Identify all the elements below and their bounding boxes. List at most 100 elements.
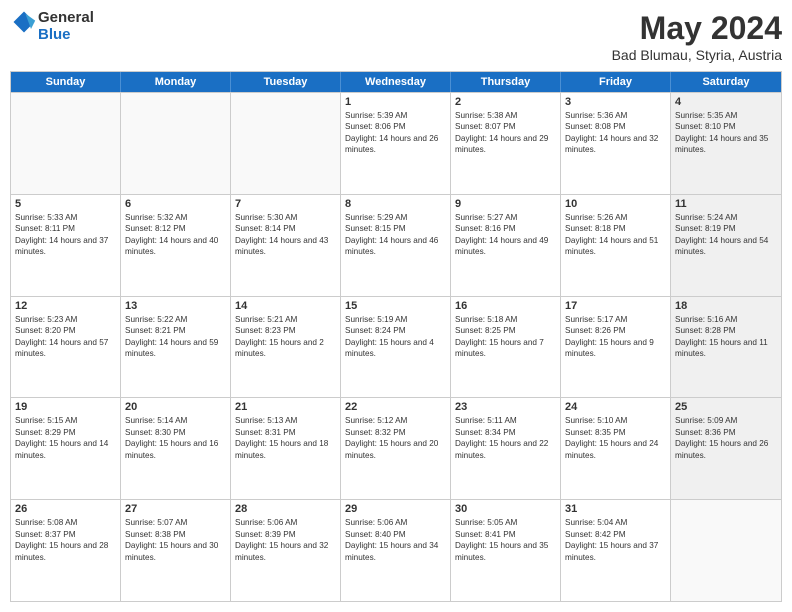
calendar: SundayMondayTuesdayWednesdayThursdayFrid… <box>10 71 782 602</box>
sunset-text: Sunset: 8:08 PM <box>565 121 666 132</box>
sunset-text: Sunset: 8:12 PM <box>125 223 226 234</box>
sunset-text: Sunset: 8:37 PM <box>15 529 116 540</box>
sunset-text: Sunset: 8:31 PM <box>235 427 336 438</box>
logo-line2: Blue <box>38 27 94 44</box>
sunrise-text: Sunrise: 5:15 AM <box>15 415 116 426</box>
day-number: 5 <box>15 198 116 210</box>
daylight-text: Daylight: 14 hours and 59 minutes. <box>125 337 226 360</box>
day-number: 21 <box>235 401 336 413</box>
sunrise-text: Sunrise: 5:05 AM <box>455 517 556 528</box>
sunrise-text: Sunrise: 5:09 AM <box>675 415 777 426</box>
table-row: 12Sunrise: 5:23 AMSunset: 8:20 PMDayligh… <box>11 297 121 398</box>
table-row: 2Sunrise: 5:38 AMSunset: 8:07 PMDaylight… <box>451 93 561 194</box>
header-day-friday: Friday <box>561 72 671 92</box>
table-row: 10Sunrise: 5:26 AMSunset: 8:18 PMDayligh… <box>561 195 671 296</box>
daylight-text: Daylight: 14 hours and 49 minutes. <box>455 235 556 258</box>
table-row <box>671 500 781 601</box>
header-day-wednesday: Wednesday <box>341 72 451 92</box>
sunrise-text: Sunrise: 5:13 AM <box>235 415 336 426</box>
table-row: 7Sunrise: 5:30 AMSunset: 8:14 PMDaylight… <box>231 195 341 296</box>
daylight-text: Daylight: 15 hours and 28 minutes. <box>15 540 116 563</box>
page: General Blue May 2024 Bad Blumau, Styria… <box>0 0 792 612</box>
table-row: 17Sunrise: 5:17 AMSunset: 8:26 PMDayligh… <box>561 297 671 398</box>
logo-line1: General <box>38 10 94 27</box>
table-row: 1Sunrise: 5:39 AMSunset: 8:06 PMDaylight… <box>341 93 451 194</box>
sunset-text: Sunset: 8:15 PM <box>345 223 446 234</box>
sunrise-text: Sunrise: 5:14 AM <box>125 415 226 426</box>
day-number: 8 <box>345 198 446 210</box>
table-row: 20Sunrise: 5:14 AMSunset: 8:30 PMDayligh… <box>121 398 231 499</box>
sunset-text: Sunset: 8:30 PM <box>125 427 226 438</box>
table-row: 29Sunrise: 5:06 AMSunset: 8:40 PMDayligh… <box>341 500 451 601</box>
table-row: 5Sunrise: 5:33 AMSunset: 8:11 PMDaylight… <box>11 195 121 296</box>
day-number: 24 <box>565 401 666 413</box>
day-number: 16 <box>455 300 556 312</box>
sunset-text: Sunset: 8:21 PM <box>125 325 226 336</box>
sunrise-text: Sunrise: 5:29 AM <box>345 212 446 223</box>
sunset-text: Sunset: 8:24 PM <box>345 325 446 336</box>
table-row <box>11 93 121 194</box>
table-row: 23Sunrise: 5:11 AMSunset: 8:34 PMDayligh… <box>451 398 561 499</box>
sunset-text: Sunset: 8:35 PM <box>565 427 666 438</box>
table-row <box>121 93 231 194</box>
logo: General Blue <box>10 10 94 43</box>
daylight-text: Daylight: 14 hours and 32 minutes. <box>565 133 666 156</box>
daylight-text: Daylight: 14 hours and 29 minutes. <box>455 133 556 156</box>
day-number: 10 <box>565 198 666 210</box>
sunrise-text: Sunrise: 5:36 AM <box>565 110 666 121</box>
sunset-text: Sunset: 8:32 PM <box>345 427 446 438</box>
header-day-monday: Monday <box>121 72 231 92</box>
sunset-text: Sunset: 8:40 PM <box>345 529 446 540</box>
day-number: 28 <box>235 503 336 515</box>
day-number: 27 <box>125 503 226 515</box>
table-row: 18Sunrise: 5:16 AMSunset: 8:28 PMDayligh… <box>671 297 781 398</box>
table-row: 27Sunrise: 5:07 AMSunset: 8:38 PMDayligh… <box>121 500 231 601</box>
table-row: 31Sunrise: 5:04 AMSunset: 8:42 PMDayligh… <box>561 500 671 601</box>
sunset-text: Sunset: 8:26 PM <box>565 325 666 336</box>
table-row: 26Sunrise: 5:08 AMSunset: 8:37 PMDayligh… <box>11 500 121 601</box>
sunrise-text: Sunrise: 5:17 AM <box>565 314 666 325</box>
table-row: 21Sunrise: 5:13 AMSunset: 8:31 PMDayligh… <box>231 398 341 499</box>
sunrise-text: Sunrise: 5:19 AM <box>345 314 446 325</box>
table-row: 16Sunrise: 5:18 AMSunset: 8:25 PMDayligh… <box>451 297 561 398</box>
sunrise-text: Sunrise: 5:30 AM <box>235 212 336 223</box>
day-number: 29 <box>345 503 446 515</box>
day-number: 19 <box>15 401 116 413</box>
day-number: 14 <box>235 300 336 312</box>
day-number: 23 <box>455 401 556 413</box>
day-number: 9 <box>455 198 556 210</box>
table-row: 19Sunrise: 5:15 AMSunset: 8:29 PMDayligh… <box>11 398 121 499</box>
table-row: 15Sunrise: 5:19 AMSunset: 8:24 PMDayligh… <box>341 297 451 398</box>
day-number: 15 <box>345 300 446 312</box>
sunrise-text: Sunrise: 5:26 AM <box>565 212 666 223</box>
sunset-text: Sunset: 8:39 PM <box>235 529 336 540</box>
day-number: 13 <box>125 300 226 312</box>
day-number: 12 <box>15 300 116 312</box>
daylight-text: Daylight: 15 hours and 35 minutes. <box>455 540 556 563</box>
header-day-thursday: Thursday <box>451 72 561 92</box>
calendar-row-5: 26Sunrise: 5:08 AMSunset: 8:37 PMDayligh… <box>11 499 781 601</box>
daylight-text: Daylight: 15 hours and 11 minutes. <box>675 337 777 360</box>
sunrise-text: Sunrise: 5:12 AM <box>345 415 446 426</box>
calendar-header: SundayMondayTuesdayWednesdayThursdayFrid… <box>11 72 781 92</box>
table-row: 30Sunrise: 5:05 AMSunset: 8:41 PMDayligh… <box>451 500 561 601</box>
table-row: 4Sunrise: 5:35 AMSunset: 8:10 PMDaylight… <box>671 93 781 194</box>
day-number: 6 <box>125 198 226 210</box>
daylight-text: Daylight: 15 hours and 30 minutes. <box>125 540 226 563</box>
sunrise-text: Sunrise: 5:24 AM <box>675 212 777 223</box>
sunset-text: Sunset: 8:20 PM <box>15 325 116 336</box>
daylight-text: Daylight: 14 hours and 37 minutes. <box>15 235 116 258</box>
table-row: 25Sunrise: 5:09 AMSunset: 8:36 PMDayligh… <box>671 398 781 499</box>
sunrise-text: Sunrise: 5:08 AM <box>15 517 116 528</box>
calendar-row-1: 1Sunrise: 5:39 AMSunset: 8:06 PMDaylight… <box>11 92 781 194</box>
day-number: 7 <box>235 198 336 210</box>
title-block: May 2024 Bad Blumau, Styria, Austria <box>612 10 782 63</box>
sunrise-text: Sunrise: 5:32 AM <box>125 212 226 223</box>
header: General Blue May 2024 Bad Blumau, Styria… <box>10 10 782 63</box>
daylight-text: Daylight: 14 hours and 46 minutes. <box>345 235 446 258</box>
sunrise-text: Sunrise: 5:04 AM <box>565 517 666 528</box>
table-row: 3Sunrise: 5:36 AMSunset: 8:08 PMDaylight… <box>561 93 671 194</box>
sunset-text: Sunset: 8:16 PM <box>455 223 556 234</box>
table-row: 9Sunrise: 5:27 AMSunset: 8:16 PMDaylight… <box>451 195 561 296</box>
table-row <box>231 93 341 194</box>
